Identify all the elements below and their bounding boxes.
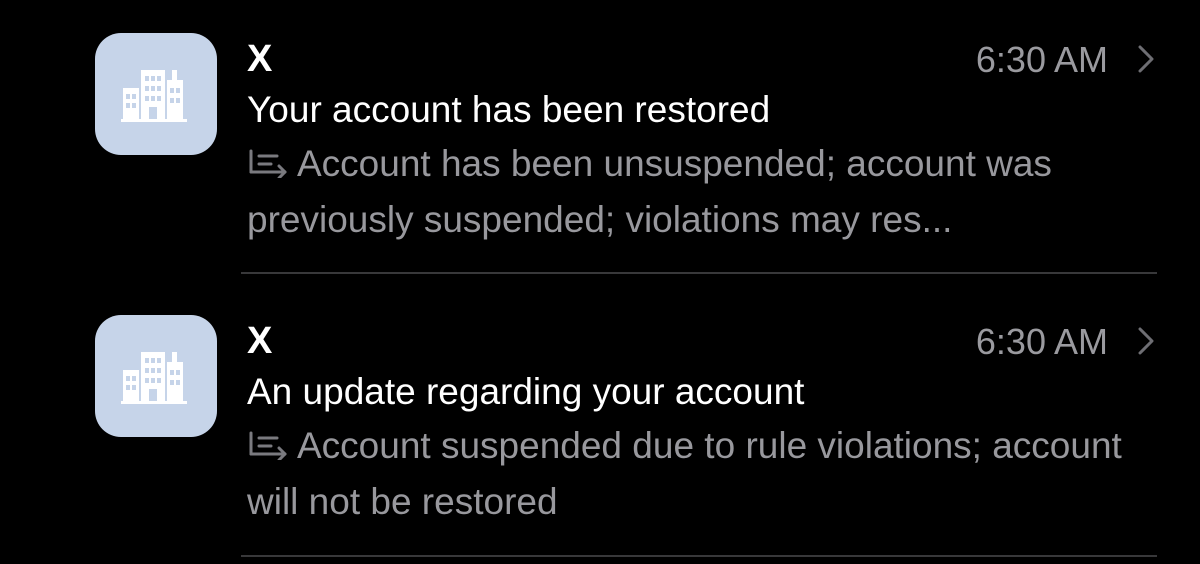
divider [241,555,1157,557]
avatar [95,315,217,437]
message-subject: An update regarding your account [247,371,805,412]
message-preview: Account has been unsuspended; account wa… [247,136,1157,248]
avatar [95,33,217,155]
building-icon [121,346,191,406]
message-preview: Account suspended due to rule violations… [247,418,1157,530]
message-subject: Your account has been restored [247,89,771,130]
building-icon [121,64,191,124]
summary-icon [247,138,291,180]
mail-list-item[interactable]: X 6:30 AM An update regarding your accou… [0,282,1200,564]
preview-text: Account suspended due to rule violations… [247,425,1122,522]
sender-name: X [247,320,273,362]
timestamp: 6:30 AM [975,39,1108,80]
sender-name: X [247,38,273,80]
summary-icon [247,420,291,462]
mail-list: X 6:30 AM Your account has been restored [0,0,1200,559]
chevron-right-icon[interactable] [1134,44,1158,74]
divider [241,272,1157,274]
mail-list-item[interactable]: X 6:30 AM Your account has been restored [0,0,1200,282]
timestamp: 6:30 AM [975,321,1108,362]
chevron-right-icon[interactable] [1134,326,1158,356]
preview-text: Account has been unsuspended; account wa… [247,143,1052,240]
